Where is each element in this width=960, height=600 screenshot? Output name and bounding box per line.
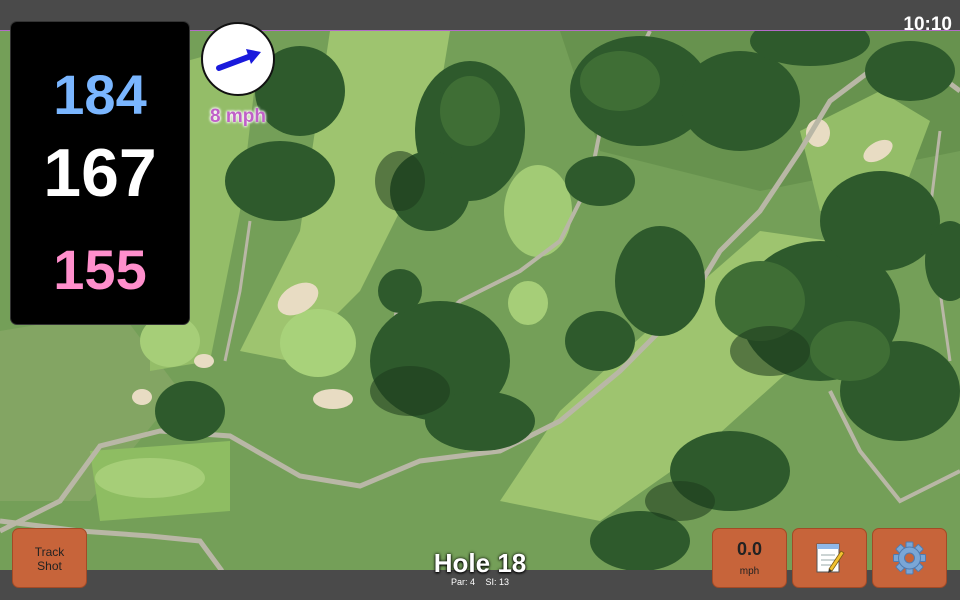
hole-stroke-index: SI: 13: [485, 577, 510, 587]
hole-title: Hole 18: [433, 548, 527, 578]
notes-button[interactable]: [792, 528, 867, 588]
speed-button[interactable]: 0.0 mph: [712, 528, 787, 588]
distance-panel: 184 167 155: [11, 22, 189, 324]
back-distance: 184: [53, 63, 147, 126]
gear-icon: [893, 541, 926, 575]
speed-value: 0.0: [736, 539, 763, 559]
middle-distance: 167: [43, 135, 157, 211]
wind-direction-arrow-icon: [216, 49, 261, 71]
wind-speed: 8 mph: [210, 106, 266, 127]
front-distance: 155: [53, 238, 147, 301]
wind-indicator: [201, 22, 275, 96]
track-shot-button[interactable]: Track Shot: [12, 528, 87, 588]
hole-info: Par: 4 SI: 13: [380, 577, 580, 587]
track-shot-label-line1: Track: [34, 545, 65, 559]
notepad-pencil-icon: [816, 543, 845, 573]
speed-unit: mph: [739, 566, 760, 577]
hole-par: Par: 4: [450, 577, 475, 587]
settings-button[interactable]: [872, 528, 947, 588]
track-shot-label-line2: Shot: [37, 559, 62, 573]
